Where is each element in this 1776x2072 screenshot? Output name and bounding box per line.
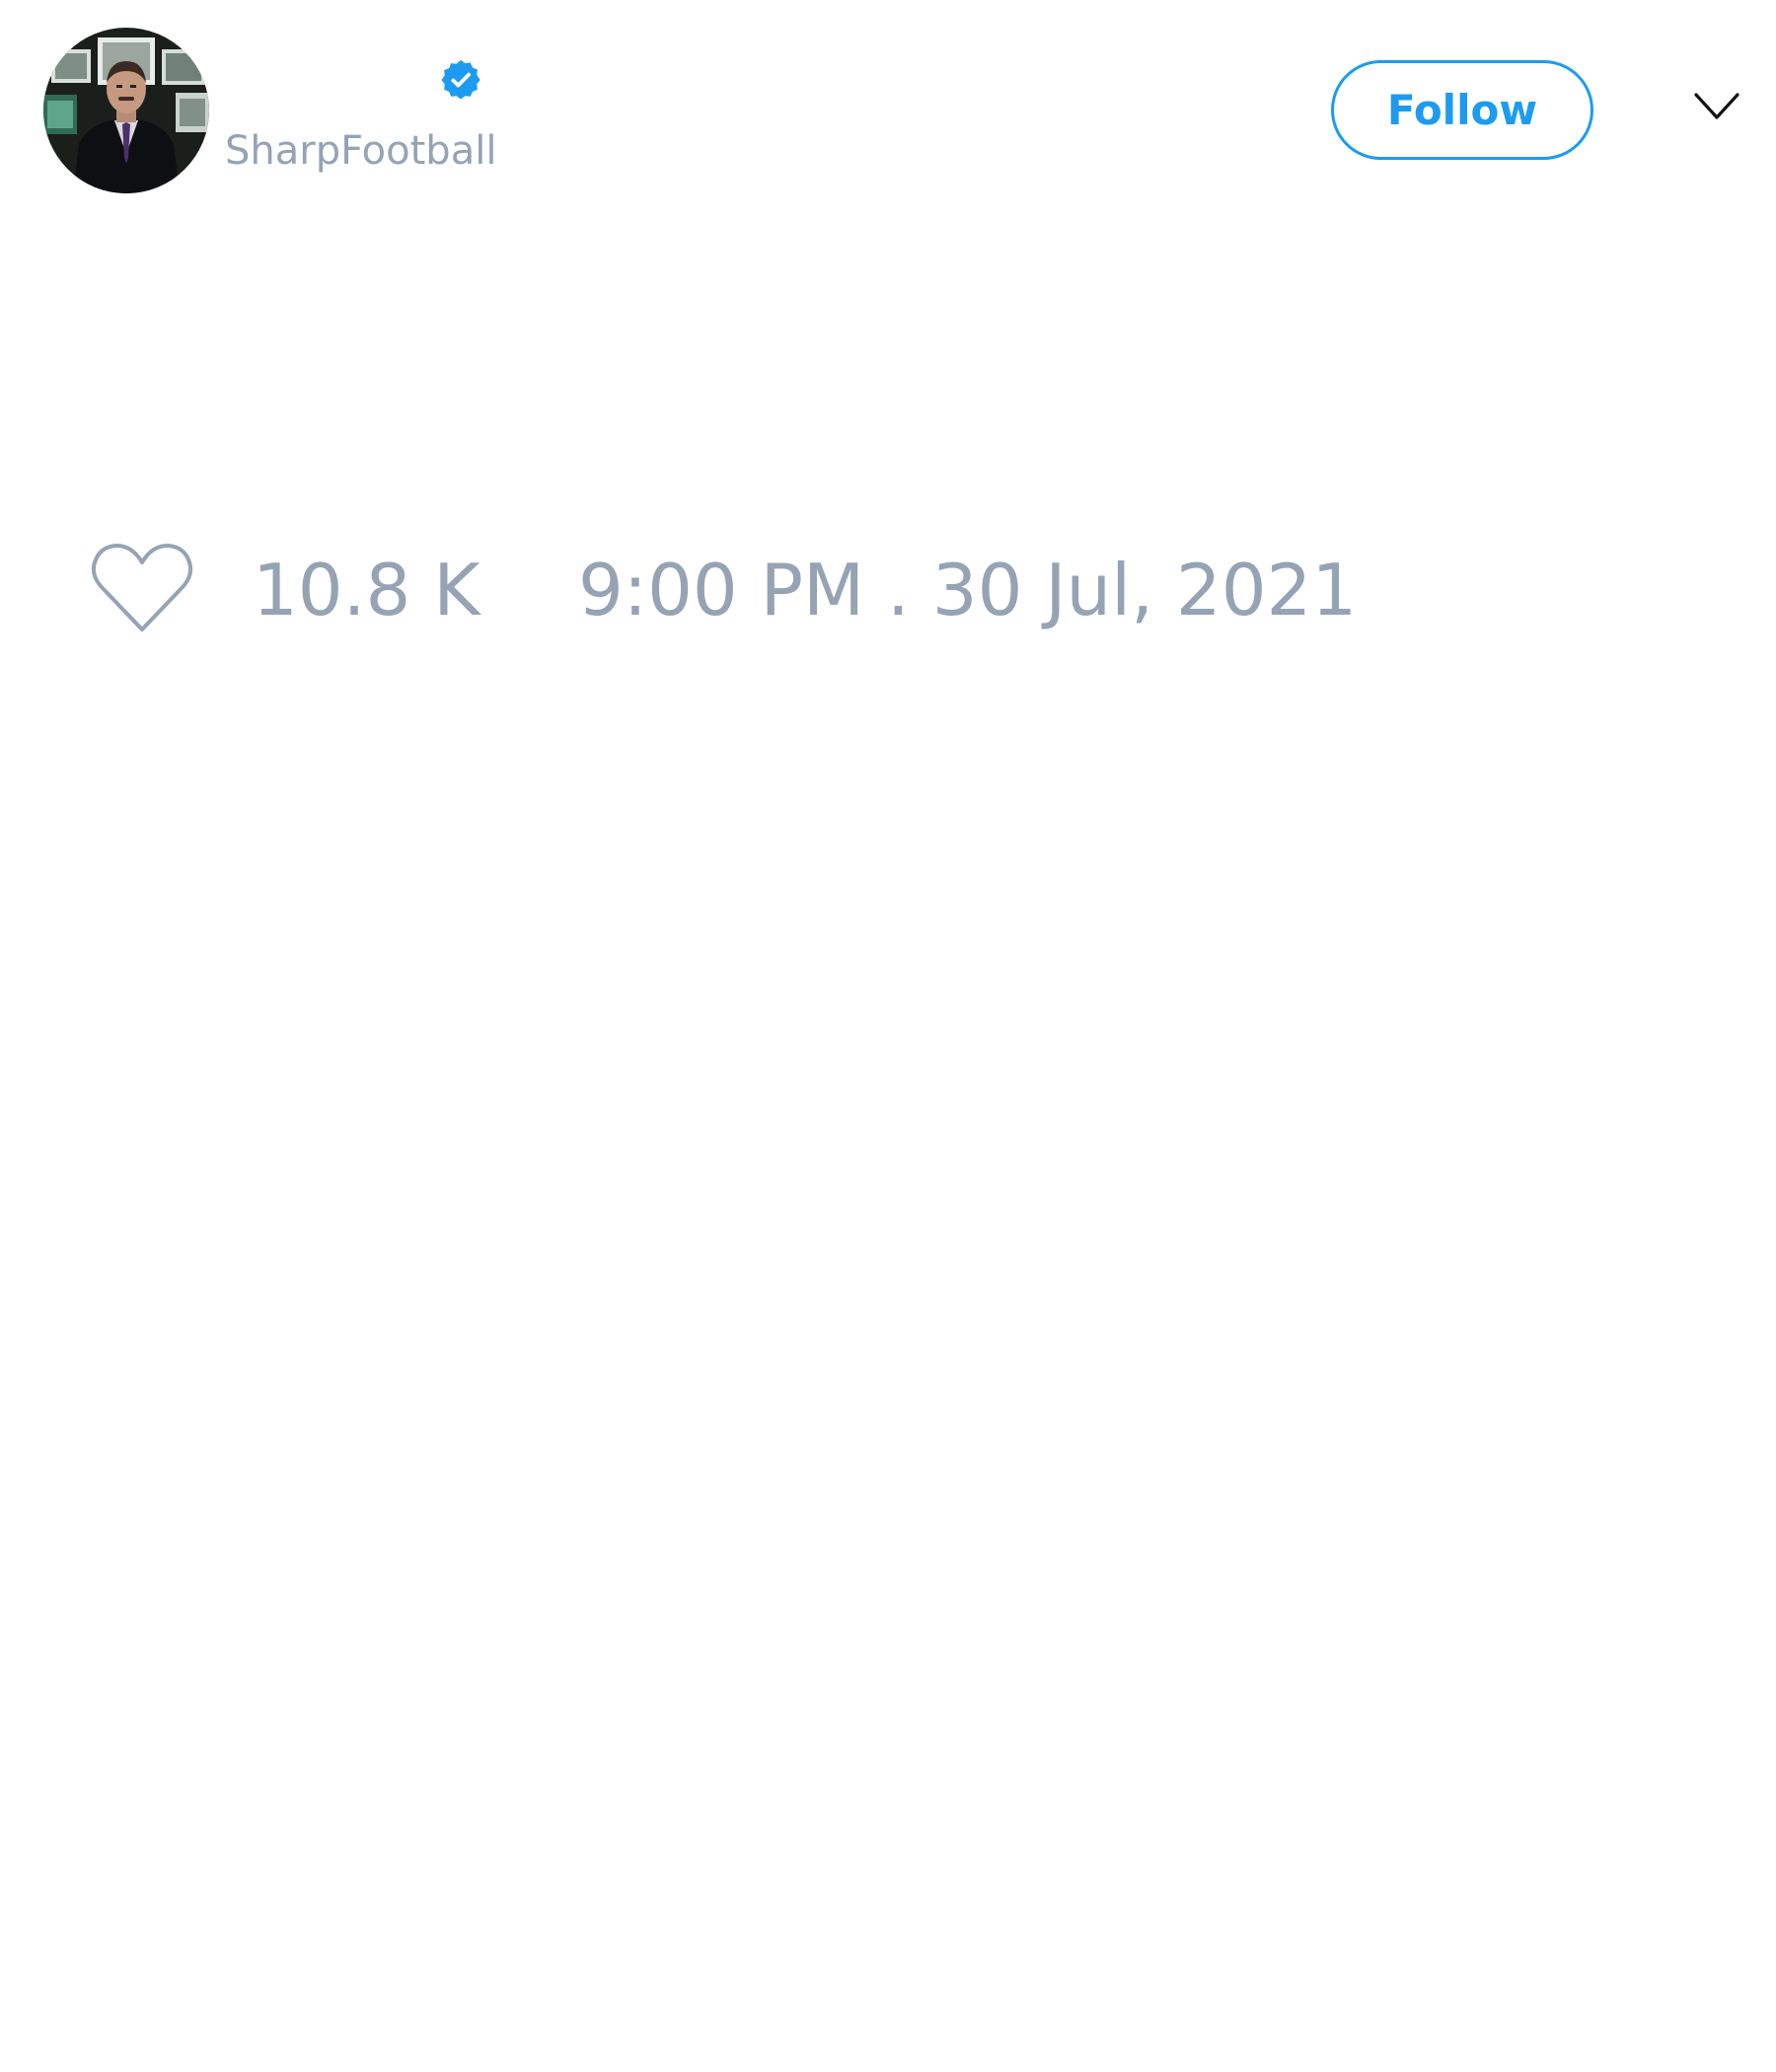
- tweet-timestamp[interactable]: 9:00 PM . 30 Jul, 2021: [578, 548, 1357, 632]
- follow-button[interactable]: Follow: [1331, 60, 1593, 160]
- avatar[interactable]: [43, 28, 209, 193]
- chevron-down-icon[interactable]: [1693, 91, 1740, 122]
- heart-icon[interactable]: [89, 541, 195, 635]
- like-count: 10.8 K: [253, 549, 481, 631]
- avatar-photo: [43, 28, 209, 193]
- tweet-card: SharpFootball Follow 10.8 K 9:00 PM . 30…: [0, 0, 1776, 2072]
- verified-badge-icon: [441, 59, 481, 100]
- user-handle[interactable]: SharpFootball: [225, 126, 496, 176]
